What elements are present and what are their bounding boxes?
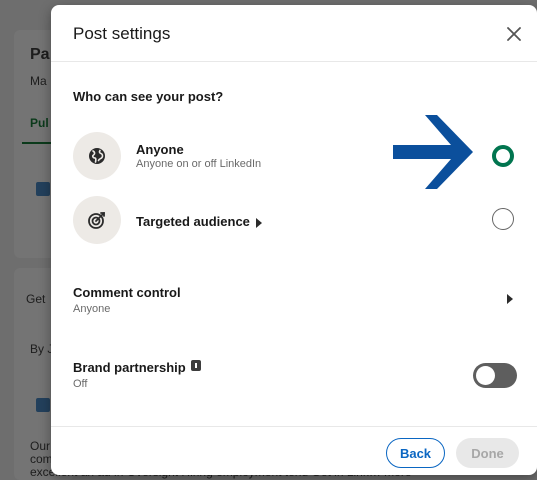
toggle-knob (476, 366, 495, 385)
brand-partnership-value: Off (73, 378, 88, 390)
close-button[interactable] (503, 23, 525, 45)
visibility-heading: Who can see your post? (73, 89, 224, 104)
brand-partnership-title: Brand partnership (73, 360, 201, 375)
brand-partnership-toggle[interactable] (473, 363, 517, 388)
background-tab: Pul (30, 116, 49, 130)
option-icon-container (73, 132, 121, 180)
background-title: Pa (30, 46, 50, 63)
caret-right-icon (507, 294, 513, 304)
background-subtitle: Ma (30, 74, 47, 88)
back-button[interactable]: Back (386, 438, 445, 468)
done-button[interactable]: Done (456, 438, 519, 468)
background-logo-icon (36, 182, 50, 196)
option-title: Anyone (136, 142, 184, 157)
option-icon-container (73, 196, 121, 244)
option-title: Targeted audience (136, 214, 262, 229)
background-tab-underline (22, 142, 52, 144)
background-by-text: By J (30, 342, 54, 356)
annotation-arrow-icon (393, 115, 473, 189)
comment-control-row[interactable]: Comment control Anyone (73, 285, 517, 325)
target-icon (88, 212, 105, 229)
comment-control-title: Comment control (73, 285, 181, 300)
background-logo-icon (36, 398, 50, 412)
info-icon[interactable] (190, 360, 201, 371)
option-subtitle: Anyone on or off LinkedIn (136, 158, 262, 170)
radio-unselected[interactable] (492, 208, 514, 230)
close-icon (507, 27, 521, 41)
comment-control-value: Anyone (73, 303, 111, 315)
dialog-footer: Back Done (51, 426, 537, 475)
post-settings-dialog: Post settings Who can see your post? Any… (51, 5, 537, 475)
visibility-option-targeted-audience[interactable]: Targeted audience (71, 194, 521, 244)
globe-icon (89, 148, 105, 164)
caret-right-icon (255, 217, 262, 228)
brand-partnership-row: Brand partnership Off (73, 360, 517, 400)
dialog-title: Post settings (73, 24, 171, 43)
radio-selected[interactable] (492, 145, 514, 167)
background-get-text: Get (26, 292, 46, 306)
dialog-header: Post settings (51, 5, 537, 62)
